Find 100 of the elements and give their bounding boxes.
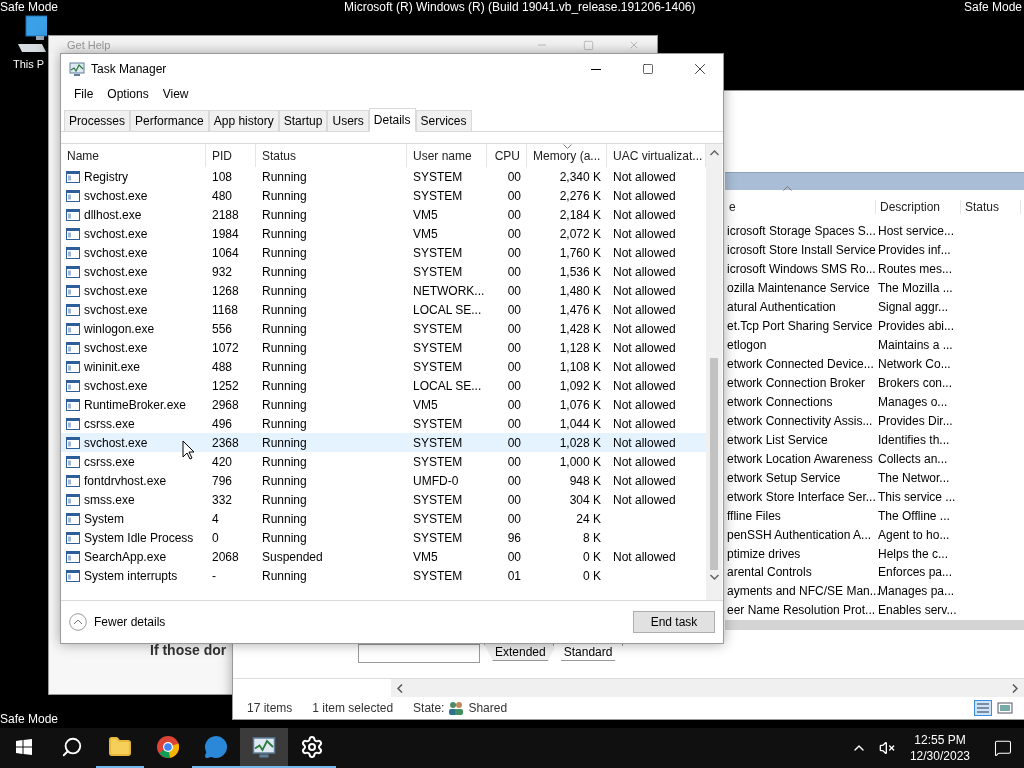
pid-cell-text: 796 (211, 473, 234, 488)
process-row[interactable]: System interrupts - Running SYSTEM 01 0 K (61, 566, 706, 585)
process-row[interactable]: svchost.exe 1064 Running SYSTEM 00 1,760 K Not allowed (61, 243, 706, 262)
end-task-button[interactable]: End task (633, 611, 715, 633)
program-icon (66, 303, 80, 316)
memory-cell-text: 2,072 K (558, 226, 602, 241)
tab[interactable]: App history (208, 110, 279, 131)
column-header[interactable]: e (725, 199, 876, 214)
column-header[interactable]: Description (876, 199, 961, 214)
column-header[interactable]: Status (961, 199, 1021, 214)
column-header[interactable]: CPU (487, 144, 527, 167)
tab[interactable]: Performance (130, 110, 209, 131)
service-description: Maintains a ... (877, 338, 954, 353)
program-icon (66, 322, 80, 335)
status-cell-text: Running (261, 264, 308, 279)
users-icon (448, 701, 465, 716)
cpu-cell-text: 01 (506, 568, 522, 583)
status-cell-text: Running (261, 302, 308, 317)
details-view-icon[interactable] (974, 700, 992, 717)
preview-view-icon[interactable] (996, 700, 1014, 717)
user-cell-text: SYSTEM (412, 245, 464, 260)
column-header[interactable]: PID (206, 144, 256, 167)
service-description: Collects an... (877, 451, 949, 466)
windows-logo-icon (16, 739, 32, 755)
process-row[interactable]: dllhost.exe 2188 Running VM5 00 2,184 K Not allowed (61, 205, 706, 224)
column-header[interactable]: Status (256, 144, 407, 167)
service-name: ffline Files (726, 508, 782, 523)
column-header[interactable]: User name (407, 144, 487, 167)
scroll-right-icon[interactable] (1012, 683, 1018, 693)
service-name: etwork Connection Broker (726, 375, 867, 390)
service-description: Signal aggr... (877, 300, 950, 315)
column-header[interactable]: Name (61, 144, 206, 167)
process-row[interactable]: svchost.exe 2368 Running SYSTEM 00 1,028 K Not allowed (61, 433, 706, 452)
memory-cell-text: 2,184 K (558, 207, 602, 222)
menu-item[interactable]: File (67, 87, 101, 101)
status-cell-text: Running (261, 378, 308, 393)
clock[interactable]: 12:55 PM 12/30/2023 (903, 732, 976, 764)
program-icon (66, 512, 80, 525)
status-cell-text: Running (261, 435, 308, 450)
service-description: Host service... (877, 224, 956, 239)
status-cell-text: Suspended (261, 549, 324, 564)
pid-cell-text: 1064 (211, 245, 240, 260)
scroll-left-icon[interactable] (397, 683, 403, 693)
settings-icon (300, 735, 324, 759)
uac-cell-text: Not allowed (612, 454, 677, 469)
process-row[interactable]: svchost.exe 1252 Running LOCAL SE... 00 1,092 K Not allowed (61, 376, 706, 395)
scroll-up-icon[interactable] (709, 150, 719, 156)
scroll-down-icon[interactable] (709, 574, 719, 580)
taskbar-button[interactable] (240, 728, 288, 768)
process-row[interactable]: winlogon.exe 556 Running SYSTEM 00 1,428 K Not allowed (61, 319, 706, 338)
body-text: If those dor (150, 642, 227, 658)
tab[interactable]: Startup (278, 110, 328, 131)
service-name: icrosoft Store Install Service (726, 243, 876, 258)
memory-cell-text: 2,340 K (558, 169, 602, 184)
process-row[interactable]: System Idle Process 0 Running SYSTEM 96 8 K (61, 528, 706, 547)
service-description: Enforces pa... (877, 565, 954, 580)
maximize-icon (642, 63, 654, 75)
service-name: etwork Connectivity Assis... (726, 413, 874, 428)
process-row[interactable]: smss.exe 332 Running SYSTEM 00 304 K Not allowed (61, 490, 706, 509)
tab[interactable]: Details (368, 108, 416, 132)
process-row[interactable]: svchost.exe 1268 Running NETWORK... 00 1,480 K Not allowed (61, 281, 706, 300)
process-row[interactable]: svchost.exe 1168 Running LOCAL SE... 00 1,476 K Not allowed (61, 300, 706, 319)
menu-item[interactable]: Options (100, 87, 156, 101)
desktop-icon-label[interactable]: This P (13, 58, 45, 70)
pid-cell-text: 1252 (211, 378, 240, 393)
tab[interactable]: Processes (64, 110, 131, 131)
process-row[interactable]: SearchApp.exe 2068 Suspended VM5 00 0 K Not allowed (61, 547, 706, 566)
process-row[interactable]: svchost.exe 1072 Running SYSTEM 00 1,128 K Not allowed (61, 338, 706, 357)
column-header[interactable]: Memory (a... (527, 144, 607, 167)
program-icon (66, 284, 80, 297)
cpu-cell-text: 00 (506, 283, 522, 298)
tab[interactable]: Users (327, 110, 369, 131)
process-row[interactable]: svchost.exe 480 Running SYSTEM 00 2,276 K Not allowed (61, 186, 706, 205)
process-row[interactable]: wininit.exe 488 Running SYSTEM 00 1,108 K Not allowed (61, 357, 706, 376)
program-icon (66, 398, 80, 411)
process-name: csrss.exe (84, 454, 135, 469)
status-cell-text: Running (261, 454, 308, 469)
process-row[interactable]: csrss.exe 496 Running SYSTEM 00 1,044 K Not allowed (61, 414, 706, 433)
process-name: svchost.exe (84, 340, 148, 355)
computer-icon[interactable] (16, 14, 47, 54)
memory-cell-text: 0 K (582, 568, 602, 583)
cpu-cell-text: 00 (506, 549, 522, 564)
process-name: System (84, 511, 124, 526)
process-row[interactable]: svchost.exe 1984 Running VM5 00 2,072 K Not allowed (61, 224, 706, 243)
process-row[interactable]: csrss.exe 420 Running SYSTEM 00 1,000 K Not allowed (61, 452, 706, 471)
menu-item[interactable]: View (155, 87, 196, 101)
fewer-details-button[interactable]: Fewer details (69, 613, 166, 631)
uac-cell-text: Not allowed (612, 359, 677, 374)
memory-cell-text: 1,028 K (558, 435, 602, 450)
tab[interactable]: Services (415, 110, 472, 131)
user-cell-text: SYSTEM (412, 435, 464, 450)
process-name: svchost.exe (84, 378, 148, 393)
scrollbar-thumb[interactable] (710, 358, 718, 570)
process-row[interactable]: RuntimeBroker.exe 2968 Running VM5 00 1,076 K Not allowed (61, 395, 706, 414)
process-row[interactable]: System 4 Running SYSTEM 00 24 K (61, 509, 706, 528)
process-row[interactable]: fontdrvhost.exe 796 Running UMFD-0 00 948 K Not allowed (61, 471, 706, 490)
process-row[interactable]: Registry 108 Running SYSTEM 00 2,340 K Not allowed (61, 167, 706, 186)
uac-cell-text: Not allowed (612, 188, 677, 203)
process-row[interactable]: svchost.exe 932 Running SYSTEM 00 1,536 K Not allowed (61, 262, 706, 281)
service-name: etlogon (726, 338, 768, 353)
